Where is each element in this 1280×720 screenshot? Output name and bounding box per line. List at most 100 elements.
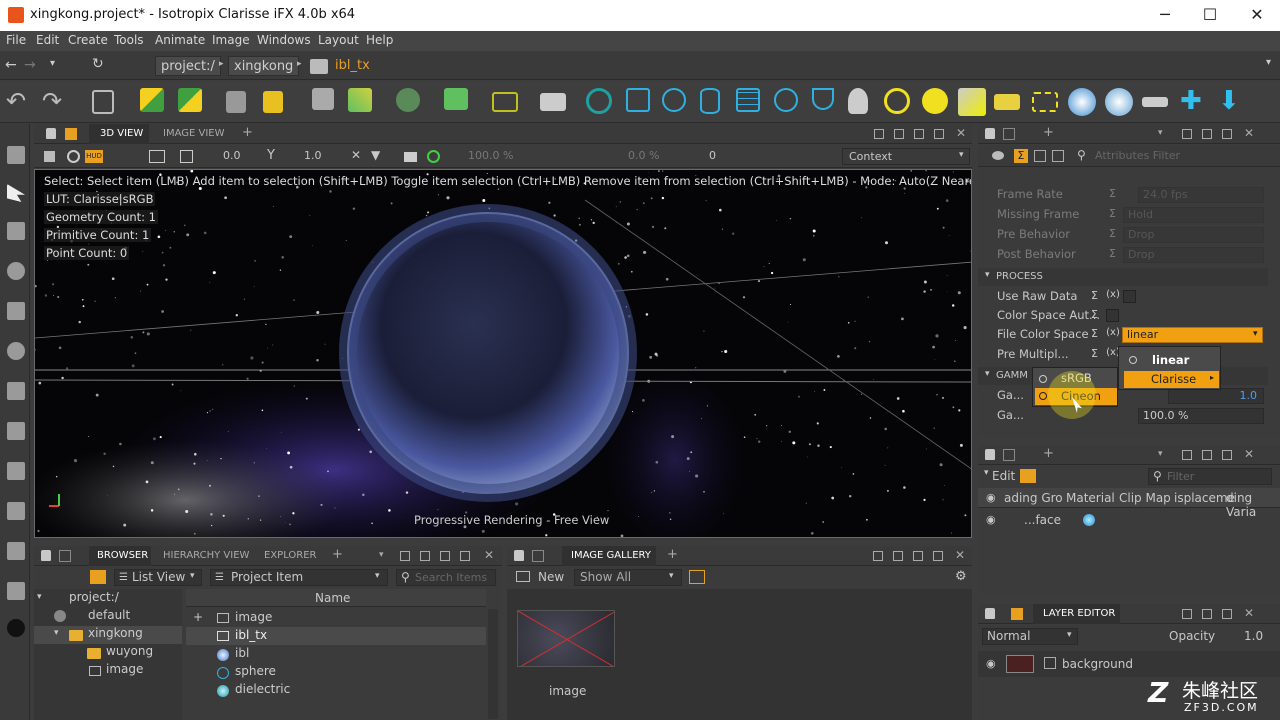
lock-icon[interactable] [226,91,246,113]
tree-item-image[interactable]: image [106,662,143,676]
crop-icon[interactable] [7,502,25,520]
import-icon[interactable] [444,88,468,110]
back-arrow-icon[interactable]: ← [5,57,17,73]
add-tab-icon[interactable]: + [667,547,678,562]
paint-icon[interactable] [7,146,25,164]
exposure-value[interactable]: 0.0 [223,149,241,162]
close-panel-icon[interactable]: ✕ [1244,126,1254,140]
context-dropdown[interactable]: Context ▾ [842,148,970,165]
maximize-panel-icon[interactable] [460,551,470,561]
panel-menu-icon[interactable] [65,128,77,140]
column-header[interactable]: Clip Map [1119,491,1171,505]
move-icon[interactable] [7,222,25,240]
menu-item-clarisse[interactable]: Clarisse ▸ [1124,371,1219,388]
layout-icon[interactable] [400,551,410,561]
layout-icon[interactable] [893,551,903,561]
refresh-icon[interactable]: ↻ [92,56,104,72]
attributes-filter[interactable]: Attributes Filter [1095,149,1180,162]
sigma-icon[interactable]: Σ [1088,289,1101,304]
close-panel-icon[interactable]: ✕ [484,548,494,562]
hand-icon[interactable] [7,542,25,560]
panel-menu-icon[interactable] [1011,608,1023,620]
scatter-icon[interactable] [348,88,372,112]
zoom-icon[interactable] [7,582,25,600]
expression-icon[interactable]: (x) [1103,327,1123,342]
browser-home-icon[interactable] [90,570,106,584]
cylinder-icon[interactable] [700,88,720,114]
add-tab-icon[interactable]: + [1043,125,1054,140]
filter-type-dropdown[interactable]: ☰ Project Item ▾ [210,569,388,586]
close-panel-icon[interactable]: ✕ [1244,606,1254,620]
menu-tools[interactable]: Tools [114,33,144,47]
layer-row[interactable]: ◉ background [978,651,1280,677]
panel-menu-icon[interactable] [59,550,71,562]
menu-edit[interactable]: Edit [36,33,59,47]
camera-icon[interactable] [404,152,417,162]
expand-icon[interactable]: + [193,610,203,624]
minimize-button[interactable]: ─ [1145,4,1185,26]
tab-hierarchy-view[interactable]: HIERARCHY VIEW [163,550,249,561]
tools-icon[interactable]: ✕ [351,148,361,162]
missing-frame-dropdown[interactable]: Hold [1123,207,1264,223]
filter-input[interactable]: ⚲ Filter [1148,468,1272,485]
maximize-panel-icon[interactable] [1222,129,1232,139]
breadcrumb-folder[interactable]: xingkong [228,56,300,76]
list-item[interactable]: ibl [235,646,249,660]
group-icon[interactable] [140,88,164,112]
chevron-down-icon[interactable]: ▾ [1158,128,1163,138]
gamma-value-field[interactable]: 1.0 [1168,388,1264,404]
tree-item-wuyong[interactable]: wuyong [106,644,153,658]
undo-icon[interactable]: ↶ [6,88,34,116]
frame-rate-field[interactable]: 24.0 fps [1138,187,1264,203]
close-panel-icon[interactable]: ✕ [1244,447,1254,461]
shading-layer-icon[interactable] [1020,469,1036,483]
target-icon[interactable] [67,150,80,163]
nav-dropdown-icon[interactable]: ▾ [1266,57,1271,68]
list-item[interactable]: dielectric [235,682,290,696]
panel-menu-icon[interactable] [1003,449,1015,461]
path-icon[interactable] [812,88,834,110]
pre-behavior-dropdown[interactable]: Drop [1123,227,1264,243]
grid-icon[interactable] [736,88,760,112]
redo-icon[interactable]: ↷ [42,88,70,116]
percent-field[interactable]: 100.0 % [1138,408,1264,424]
maximize-panel-icon[interactable] [1222,450,1232,460]
column-header[interactable]: ading Gro [1004,491,1063,505]
menu-create[interactable]: Create [68,33,108,47]
layout-icon[interactable] [894,129,904,139]
rotate-icon[interactable] [7,262,25,280]
brush-icon[interactable] [7,422,25,440]
instance-icon[interactable] [312,88,334,110]
scale-icon[interactable] [7,302,25,320]
view-mode-dropdown[interactable]: ☰ List View ▾ [114,569,202,586]
tab-explorer[interactable]: EXPLORER [264,550,317,561]
collapse-icon[interactable] [1052,150,1064,162]
tree-item-xingkong[interactable]: xingkong [88,626,143,640]
chevron-down-icon[interactable]: ▾ [37,592,42,602]
process-section-header[interactable]: ▾ PROCESS [978,268,1268,286]
tab-image-view[interactable]: IMAGE VIEW [163,128,224,139]
sun-icon[interactable] [884,88,910,114]
lock-icon[interactable] [985,449,995,460]
record-icon[interactable] [7,619,25,637]
layout-icon[interactable] [913,551,923,561]
gear-icon[interactable]: ⚙ [955,569,967,584]
zoom-value[interactable]: 100.0 % [468,149,513,162]
add-point-icon[interactable]: ✚ [1180,88,1208,116]
spot-light-icon[interactable] [958,88,986,116]
lock-icon[interactable] [985,128,995,139]
post-behavior-dropdown[interactable]: Drop [1123,247,1264,263]
tab-layer-editor[interactable]: LAYER EDITOR [1043,608,1115,619]
blend-mode-dropdown[interactable]: Normal ▾ [982,628,1078,645]
expression-icon[interactable]: (x) [1103,289,1123,304]
gallery-frame-icon[interactable] [689,570,705,584]
ungroup-icon[interactable] [178,88,202,112]
lock-icon[interactable] [514,550,524,561]
tab-image-gallery[interactable]: IMAGE GALLERY [571,550,651,561]
maximize-panel-icon[interactable] [933,551,943,561]
menu-image[interactable]: Image [212,33,250,47]
layout-icon[interactable] [873,551,883,561]
display-icon[interactable] [149,150,165,163]
download-icon[interactable]: ⬇ [1218,88,1246,116]
volume-icon[interactable] [1142,97,1168,107]
